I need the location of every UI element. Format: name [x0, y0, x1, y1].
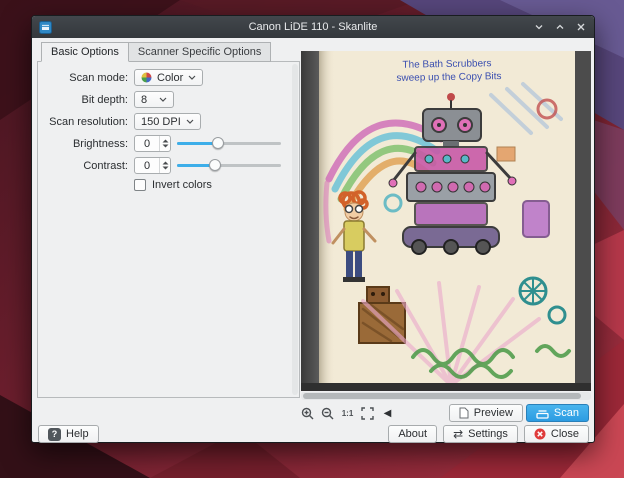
zoom-in-icon [301, 407, 314, 420]
contrast-spin-arrows[interactable] [159, 158, 170, 173]
spin-up-icon [162, 139, 169, 143]
color-wheel-icon [141, 72, 152, 83]
scan-mode-label: Scan mode: [42, 72, 128, 84]
brightness-slider[interactable] [177, 135, 281, 152]
preview-h-scrollbar[interactable] [301, 392, 591, 400]
help-icon: ? [48, 428, 61, 441]
contrast-label: Contrast: [42, 160, 128, 172]
brightness-label: Brightness: [42, 138, 128, 150]
close-button-label: Close [551, 428, 579, 440]
chevron-down-icon [186, 119, 194, 124]
scrollbar-thumb[interactable] [303, 393, 581, 399]
zoom-fit-icon [361, 407, 374, 420]
zoom-actual-size-icon: 1:1 [342, 409, 354, 418]
settings-button[interactable]: ⇄ Settings [443, 425, 518, 443]
preview-toolbar: 1:1 ◀ Preview Scan [299, 404, 589, 422]
slider-handle[interactable] [209, 159, 221, 171]
preview-area[interactable]: The Bath Scrubbers sweep up the Copy Bit… [301, 51, 591, 391]
scan-mode-value: Color [157, 72, 183, 84]
contrast-slider[interactable] [177, 157, 281, 174]
document-icon [459, 407, 469, 419]
settings-icon: ⇄ [453, 428, 463, 440]
chevron-down-icon [159, 97, 167, 102]
contrast-value: 0 [135, 158, 159, 173]
options-panel: Scan mode: Color Bit depth: 8 Scan reso [37, 61, 300, 398]
scan-resolution-label: Scan resolution: [42, 116, 128, 128]
contrast-spinbox[interactable]: 0 [134, 157, 171, 174]
app-icon [39, 21, 52, 34]
chevron-up-icon [555, 22, 565, 32]
scan-button[interactable]: Scan [526, 404, 589, 422]
bit-depth-select[interactable]: 8 [134, 91, 174, 108]
slider-handle[interactable] [212, 137, 224, 149]
tab-basic-options[interactable]: Basic Options [41, 42, 129, 62]
drawing-caption-line2: sweep up the Copy Bits [396, 71, 501, 84]
desktop-background: Canon LiDE 110 - Skanlite Basic Options … [0, 0, 624, 478]
left-arrow-icon: ◀ [384, 408, 392, 419]
scanned-drawing: The Bath Scrubbers sweep up the Copy Bit… [301, 51, 591, 391]
zoom-actual-size-button[interactable]: 1:1 [339, 405, 356, 422]
about-button-label: About [398, 428, 427, 440]
scanner-icon [536, 408, 549, 419]
minimize-button[interactable] [533, 21, 545, 33]
preview-button[interactable]: Preview [449, 404, 523, 422]
options-scrollbar[interactable] [292, 64, 298, 395]
skanlite-window: Canon LiDE 110 - Skanlite Basic Options … [31, 15, 595, 443]
zoom-fit-button[interactable] [359, 405, 376, 422]
tab-scanner-specific-options[interactable]: Scanner Specific Options [129, 42, 272, 62]
close-red-icon [534, 428, 546, 440]
spin-down-icon [162, 144, 169, 148]
spin-up-icon [162, 161, 169, 165]
zoom-out-button[interactable] [319, 405, 336, 422]
drawing-caption-line1: The Bath Scrubbers [402, 58, 491, 71]
brightness-value: 0 [135, 136, 159, 151]
scan-mode-select[interactable]: Color [134, 69, 203, 86]
settings-button-label: Settings [468, 428, 508, 440]
scan-resolution-select[interactable]: 150 DPI [134, 113, 201, 130]
close-icon [576, 22, 586, 32]
brightness-spinbox[interactable]: 0 [134, 135, 171, 152]
footer-bar: ? Help About ⇄ Settings Close [38, 425, 589, 443]
titlebar[interactable]: Canon LiDE 110 - Skanlite [32, 16, 594, 38]
invert-colors-checkbox[interactable] [134, 179, 146, 191]
help-button[interactable]: ? Help [38, 425, 99, 443]
close-window-button[interactable] [575, 21, 587, 33]
chevron-down-icon [534, 22, 544, 32]
preview-button-label: Preview [474, 407, 513, 419]
brightness-spin-arrows[interactable] [159, 136, 170, 151]
maximize-button[interactable] [554, 21, 566, 33]
window-title: Canon LiDE 110 - Skanlite [32, 21, 594, 33]
bit-depth-label: Bit depth: [42, 94, 128, 106]
scan-resolution-value: 150 DPI [141, 116, 181, 128]
scan-button-label: Scan [554, 407, 579, 419]
zoom-out-icon [321, 407, 334, 420]
collapse-panel-button[interactable]: ◀ [379, 405, 396, 422]
tab-bar: Basic Options Scanner Specific Options [41, 42, 271, 62]
zoom-in-button[interactable] [299, 405, 316, 422]
help-button-label: Help [66, 428, 89, 440]
close-button[interactable]: Close [524, 425, 589, 443]
about-button[interactable]: About [388, 425, 437, 443]
bit-depth-value: 8 [141, 94, 147, 106]
chevron-down-icon [188, 75, 196, 80]
invert-colors-label: Invert colors [152, 179, 212, 191]
spin-down-icon [162, 166, 169, 170]
